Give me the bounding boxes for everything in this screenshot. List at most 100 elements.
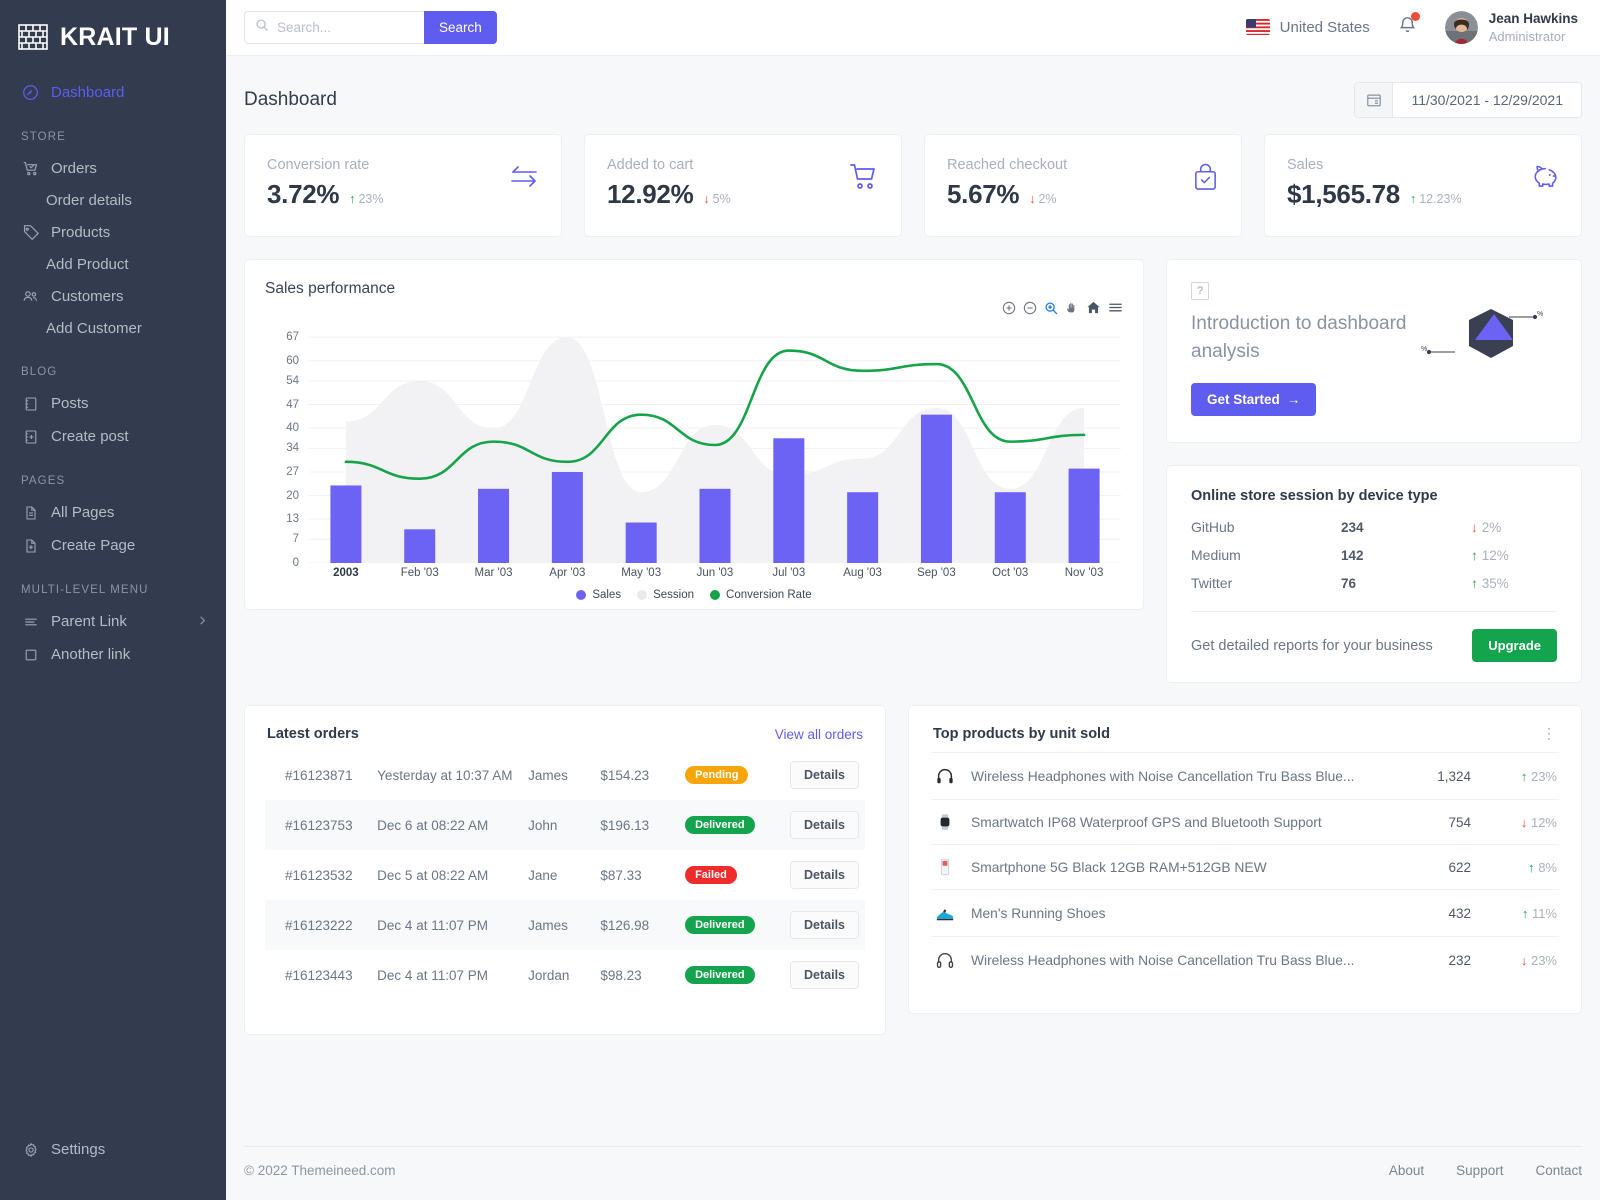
notification-badge bbox=[1410, 12, 1420, 22]
order-customer: Jordan bbox=[528, 967, 570, 983]
bar bbox=[1068, 468, 1100, 563]
cart-check-icon bbox=[21, 159, 40, 178]
sales-performance-chart: 0 7 13 20 27 34 40 47 54 60 67 2003 Feb '03 Mar '03 A… bbox=[265, 327, 1123, 601]
latest-orders-card: Latest orders View all orders #16123871 … bbox=[244, 705, 886, 1036]
zoom-in-icon[interactable] bbox=[1002, 301, 1016, 315]
arrow-right-icon: → bbox=[1286, 392, 1301, 408]
details-button[interactable]: Details bbox=[790, 861, 859, 890]
product-name[interactable]: Men's Running Shoes bbox=[971, 906, 1387, 921]
zoom-out-icon[interactable] bbox=[1023, 301, 1037, 315]
sidebar-item-order-details[interactable]: Order details bbox=[0, 185, 226, 216]
sidebar-item-create-page[interactable]: Create Page bbox=[0, 529, 226, 562]
table-row[interactable]: #16123753 Dec 6 at 08:22 AM John $196.13… bbox=[265, 800, 865, 851]
x-tick-label: May '03 bbox=[621, 567, 662, 579]
menu-icon[interactable] bbox=[1108, 300, 1123, 315]
legend-item[interactable]: Conversion Rate bbox=[710, 589, 812, 601]
order-id: #16123222 bbox=[285, 917, 353, 933]
sidebar-item-products[interactable]: Products bbox=[0, 216, 226, 249]
order-date: Dec 4 at 11:07 PM bbox=[377, 967, 488, 983]
chart-y-axis: 0 7 13 20 27 34 40 47 54 60 67 bbox=[265, 327, 299, 569]
country-selector[interactable]: United States bbox=[1245, 19, 1370, 36]
sidebar-item-customers[interactable]: Customers bbox=[0, 280, 226, 313]
table-row[interactable]: #16123222 Dec 4 at 11:07 PM James $126.9… bbox=[265, 900, 865, 951]
notifications-button[interactable] bbox=[1395, 12, 1420, 42]
details-button[interactable]: Details bbox=[790, 761, 859, 790]
product-name[interactable]: Smartphone 5G Black 12GB RAM+512GB NEW bbox=[971, 860, 1387, 875]
order-id: #16123871 bbox=[285, 767, 353, 783]
product-delta: ↑ 23% bbox=[1520, 768, 1557, 784]
shopping-cart-icon bbox=[849, 157, 879, 191]
stat-value: $1,565.78 bbox=[1287, 179, 1400, 209]
footer-link-contact[interactable]: Contact bbox=[1535, 1163, 1582, 1178]
brand[interactable]: KRAIT UI bbox=[0, 0, 226, 58]
details-button[interactable]: Details bbox=[790, 961, 859, 990]
date-range-picker[interactable]: 11/30/2021 - 12/29/2021 bbox=[1354, 82, 1582, 118]
sidebar-item-all-pages[interactable]: All Pages bbox=[0, 496, 226, 529]
table-row[interactable]: #16123532 Dec 5 at 08:22 AM Jane $87.33 … bbox=[265, 850, 865, 900]
product-units: 622 bbox=[1448, 859, 1471, 875]
gauge-icon bbox=[21, 83, 40, 102]
bar bbox=[699, 488, 731, 563]
sidebar-section-store: STORE bbox=[21, 131, 66, 143]
list-item[interactable]: Wireless Headphones with Noise Cancellat… bbox=[931, 936, 1559, 983]
sidebar-item-add-customer[interactable]: Add Customer bbox=[0, 313, 226, 344]
upgrade-button[interactable]: Upgrade bbox=[1472, 629, 1557, 663]
table-row[interactable]: #16123871 Yesterday at 10:37 AM James $1… bbox=[265, 750, 865, 800]
order-actions: Details bbox=[784, 900, 865, 950]
side-column: ? Introduction to dashboard analysis Get… bbox=[1166, 259, 1582, 684]
search-input[interactable] bbox=[277, 20, 414, 35]
stat-card-conversion-rate: Conversion rate 3.72% ↑ 23% bbox=[244, 134, 562, 237]
sidebar-item-label: Orders bbox=[51, 160, 97, 177]
bottom-row: Latest orders View all orders #16123871 … bbox=[244, 705, 1582, 1036]
sidebar-item-another-link[interactable]: Another link bbox=[0, 638, 226, 671]
user-menu[interactable]: Jean Hawkins Administrator bbox=[1444, 10, 1578, 46]
list-item[interactable]: Smartwatch IP68 Waterproof GPS and Bluet… bbox=[931, 799, 1559, 844]
order-customer: James bbox=[528, 767, 568, 783]
list-item[interactable]: Men's Running Shoes 432 ↑ 11% bbox=[931, 889, 1559, 936]
product-name[interactable]: Wireless Headphones with Noise Cancellat… bbox=[971, 769, 1387, 784]
search-field[interactable] bbox=[244, 11, 424, 44]
order-date: Dec 6 at 08:22 AM bbox=[377, 817, 489, 833]
search-bar: Search bbox=[244, 11, 497, 44]
product-units: 232 bbox=[1448, 952, 1471, 968]
footer-link-support[interactable]: Support bbox=[1456, 1163, 1503, 1178]
product-name[interactable]: Wireless Headphones with Noise Cancellat… bbox=[971, 953, 1387, 968]
pan-icon[interactable] bbox=[1065, 301, 1079, 315]
sidebar-item-create-post[interactable]: Create post bbox=[0, 420, 226, 453]
list-item[interactable]: Smartphone 5G Black 12GB RAM+512GB NEW 6… bbox=[931, 844, 1559, 889]
arrow-down-icon: ↓ bbox=[1029, 192, 1036, 206]
details-button[interactable]: Details bbox=[790, 811, 859, 840]
list-item[interactable]: Wireless Headphones with Noise Cancellat… bbox=[931, 752, 1559, 799]
footer-link-about[interactable]: About bbox=[1389, 1163, 1424, 1178]
bar bbox=[920, 414, 952, 563]
view-all-orders-link[interactable]: View all orders bbox=[775, 727, 863, 742]
legend-item[interactable]: Sales bbox=[576, 589, 621, 601]
footer-links: About Support Contact bbox=[1389, 1163, 1582, 1178]
order-id: #16123532 bbox=[285, 867, 353, 883]
sidebar-item-settings[interactable]: Settings bbox=[21, 1133, 226, 1166]
x-tick-label: Jul '03 bbox=[772, 567, 806, 579]
selection-zoom-icon[interactable] bbox=[1044, 301, 1058, 315]
get-started-button[interactable]: Get Started → bbox=[1191, 383, 1317, 417]
stat-value: 5.67% bbox=[947, 179, 1020, 209]
home-reset-icon[interactable] bbox=[1086, 300, 1101, 315]
sidebar-item-dashboard[interactable]: Dashboard bbox=[0, 76, 226, 109]
product-name[interactable]: Smartwatch IP68 Waterproof GPS and Bluet… bbox=[971, 815, 1387, 830]
sidebar-item-posts[interactable]: Posts bbox=[0, 387, 226, 420]
page-title: Dashboard bbox=[244, 89, 337, 110]
sidebar-item-parent-link[interactable]: Parent Link bbox=[0, 605, 226, 638]
device-delta: ↓ 2% bbox=[1471, 519, 1502, 535]
kebab-menu-icon[interactable]: ⋮ bbox=[1542, 726, 1557, 740]
status-badge-cell: Delivered bbox=[679, 900, 784, 950]
search-button[interactable]: Search bbox=[424, 11, 497, 44]
sidebar-item-label: Posts bbox=[51, 395, 89, 412]
sidebar-item-orders[interactable]: Orders bbox=[0, 152, 226, 185]
sidebar-item-add-product[interactable]: Add Product bbox=[0, 249, 226, 280]
table-row[interactable]: #16123443 Dec 4 at 11:07 PM Jordan $98.2… bbox=[265, 950, 865, 1000]
bar bbox=[773, 438, 805, 563]
device-row: Medium 142 ↑ 12% bbox=[1191, 541, 1557, 569]
legend-item[interactable]: Session bbox=[637, 589, 694, 601]
tag-icon bbox=[21, 223, 40, 242]
details-button[interactable]: Details bbox=[790, 911, 859, 940]
bar bbox=[478, 488, 510, 563]
